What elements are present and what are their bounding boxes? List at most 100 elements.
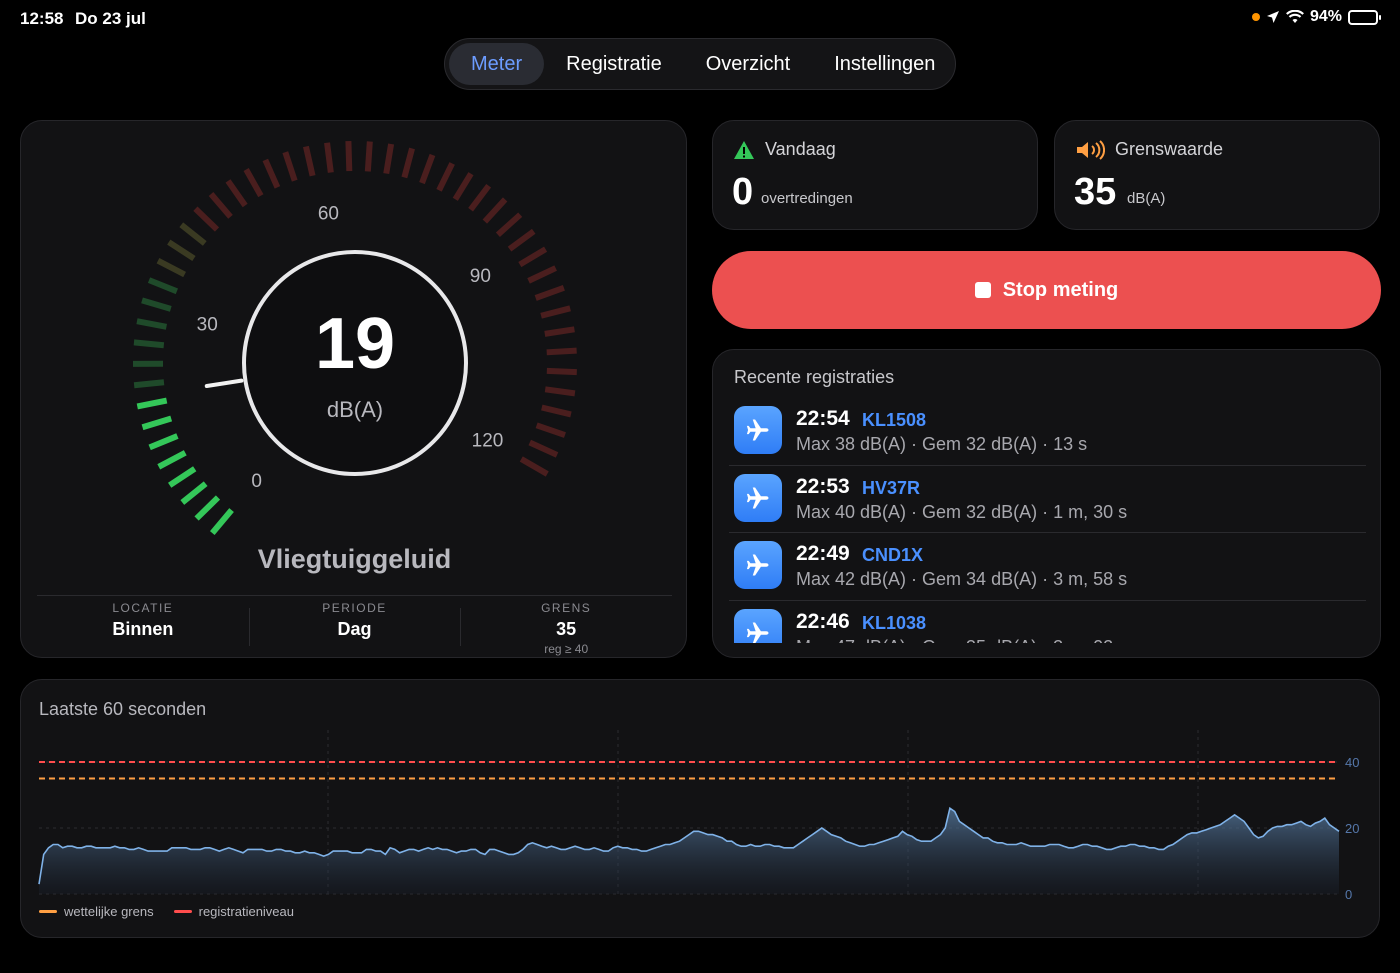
gauge-tick xyxy=(541,404,572,418)
meter-info-bar: LOCATIE Binnen PERIODE Dag GRENS 35 reg … xyxy=(37,595,672,659)
meter-unit: dB(A) xyxy=(326,397,384,422)
flight-number: KL1508 xyxy=(862,410,927,430)
status-time: 12:58 xyxy=(20,9,64,28)
limit-card: Grenswaarde 35 dB(A) xyxy=(1054,120,1380,230)
gauge-tick xyxy=(546,367,577,376)
flight-number: CND1X xyxy=(862,545,924,565)
tab-bar: Meter Registratie Overzicht Instellingen xyxy=(444,38,956,90)
today-violations-card: Vandaag 0 overtredingen xyxy=(712,120,1038,230)
series-area xyxy=(39,808,1339,894)
gauge-tick xyxy=(345,141,353,172)
limit-value: 35 xyxy=(1074,171,1117,213)
gauge-scale-label: 30 xyxy=(197,314,218,335)
gauge-tick xyxy=(133,339,165,349)
orange-dot-indicator xyxy=(1251,13,1260,21)
limit-unit: dB(A) xyxy=(1127,190,1166,207)
battery-percentage: 94% xyxy=(1309,8,1342,25)
wifi-icon xyxy=(1286,10,1304,23)
status-bar: 12:58 Do 23 jul 94% xyxy=(0,0,1400,38)
gauge-tick xyxy=(534,285,565,301)
stop-measurement-button[interactable]: Stop meting xyxy=(712,251,1381,329)
gauge-tick xyxy=(133,379,165,389)
registration-time: 22:54 xyxy=(796,407,850,430)
gauge-tick xyxy=(243,168,264,198)
gauge-tick xyxy=(156,258,186,278)
registration-time: 22:46 xyxy=(796,609,850,633)
gauge-tick xyxy=(535,422,566,438)
list-item[interactable]: 22:46 KL1038 Max 47 dB(A) · Gem 35 dB(A) ·… xyxy=(729,601,1366,644)
gauge-tick xyxy=(141,415,173,431)
gauge-tick xyxy=(194,495,221,521)
battery-icon xyxy=(1348,9,1381,25)
chart-legend: wettelijke grens registratieniveau xyxy=(39,904,294,919)
gauge-tick xyxy=(495,212,523,237)
registration-time: 22:53 xyxy=(796,474,850,498)
speaker-icon xyxy=(1077,139,1105,160)
registration-time: 22:49 xyxy=(796,542,850,565)
tab-meter[interactable]: Meter xyxy=(449,43,545,85)
gauge-tick xyxy=(452,172,474,201)
gauge-tick xyxy=(507,228,536,252)
gauge-tick xyxy=(193,206,220,232)
gauge-tick xyxy=(208,192,233,219)
gauge-tick xyxy=(136,397,168,410)
gauge-tick xyxy=(364,141,373,172)
gauge-tick xyxy=(136,318,167,330)
flight-number: HV37R xyxy=(862,477,921,498)
y-tick-label: 40 xyxy=(1345,755,1359,770)
info-location: LOCATIE Binnen xyxy=(112,601,174,639)
y-tick-label: 0 xyxy=(1345,887,1352,902)
gauge-tick xyxy=(419,153,436,185)
flight-number: KL1038 xyxy=(862,612,927,633)
info-period: PERIODE Dag xyxy=(248,596,461,659)
stop-button-label: Stop meting xyxy=(1002,278,1119,301)
y-tick-label: 20 xyxy=(1345,821,1359,836)
gauge-tick xyxy=(436,162,455,192)
gauge-tick xyxy=(282,151,298,182)
gauge-tick xyxy=(141,297,172,312)
list-item[interactable]: 22:53 HV37R Max 40 dB(A) · Gem 32 dB(A) · … xyxy=(729,466,1366,533)
gauge-tick xyxy=(167,239,196,262)
gauge-tick xyxy=(225,179,248,208)
today-value: 0 xyxy=(732,171,754,213)
location-arrow-icon xyxy=(1266,11,1279,23)
registration-details: Max 47 dB(A) · Gem 35 dB(A) · 3 m, 02 s xyxy=(796,637,1127,644)
gauge-tick xyxy=(546,347,577,356)
registration-details: Max 40 dB(A) · Gem 32 dB(A) · 1 m, 30 s xyxy=(796,501,1128,522)
gauge-tick xyxy=(303,145,316,177)
list-item[interactable]: 22:49 CND1X Max 42 dB(A) · Gem 34 dB(A) · … xyxy=(729,533,1366,601)
gauge-tick xyxy=(544,386,576,397)
gauge-tick xyxy=(383,143,395,175)
airplane-icon xyxy=(734,473,782,522)
sound-meter-card: 0 30 60 90 120 dB(A) 19 Vliegtuiggeluid LOCA… xyxy=(20,120,687,658)
noise-area-chart: 0 20 40 xyxy=(38,730,1359,902)
gauge-tick xyxy=(157,450,187,470)
gauge-tick xyxy=(518,246,548,268)
gauge-tick xyxy=(147,277,178,295)
status-indicators: 94% xyxy=(1251,8,1381,26)
tab-registratie[interactable]: Registratie xyxy=(544,43,684,85)
gauge-tick xyxy=(179,222,207,246)
gauge-scale-label: 0 xyxy=(251,471,262,492)
legend-item-registration-level: registratieniveau xyxy=(173,904,294,919)
gauge-tick xyxy=(262,158,281,189)
registration-details: Max 38 dB(A) · Gem 32 dB(A) · 13 s xyxy=(796,434,1088,454)
list-item[interactable]: 22:54 KL1508 Max 38 dB(A) · Gem 32 dB(A) ·… xyxy=(729,398,1366,466)
gauge-tick xyxy=(528,439,559,458)
registration-details: Max 42 dB(A) · Gem 34 dB(A) · 3 m, 58 s xyxy=(796,569,1128,589)
today-unit: overtredingen xyxy=(761,190,853,207)
recent-list[interactable]: 22:54 KL1508 Max 38 dB(A) · Gem 32 dB(A) ·… xyxy=(729,398,1366,643)
recent-registrations-card: Recente registraties 22:54 KL1508 Max 38 d… xyxy=(712,349,1381,658)
airplane-icon xyxy=(734,541,782,589)
info-limit: GRENS 35 reg ≥ 40 xyxy=(460,596,672,659)
tab-instellingen[interactable]: Instellingen xyxy=(812,43,957,85)
legend-item-legal-limit: wettelijke grens xyxy=(39,904,154,919)
gauge-scale-label: 120 xyxy=(472,431,504,452)
gauge-tick xyxy=(519,456,549,477)
tab-overzicht[interactable]: Overzicht xyxy=(684,43,812,85)
gauge-tick xyxy=(324,142,334,173)
warning-triangle-icon xyxy=(734,140,754,159)
gauge-tick xyxy=(482,197,508,224)
gauge-tick xyxy=(168,466,197,488)
gauge-tick xyxy=(544,326,575,337)
